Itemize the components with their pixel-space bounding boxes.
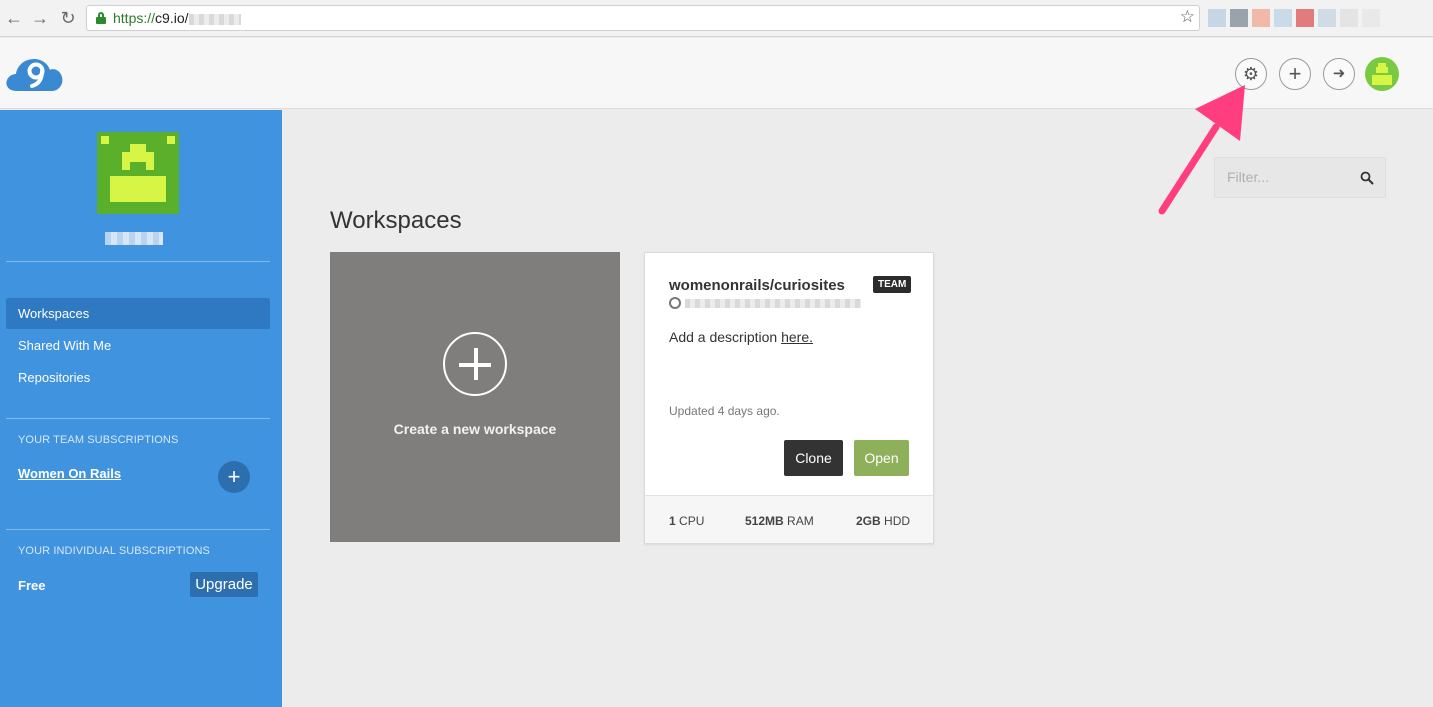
lock-icon	[96, 12, 106, 24]
page-title: Workspaces	[330, 207, 462, 234]
workspace-name[interactable]: womenonrails/curiosites	[669, 277, 845, 294]
create-workspace-tile[interactable]: Create a new workspace	[330, 252, 620, 542]
cloud9-logo-icon[interactable]	[5, 55, 64, 93]
divider	[6, 261, 270, 262]
browser-toolbar: ← → ↻ https://c9.io/ ☆	[0, 0, 1433, 37]
filter-input[interactable]	[1227, 169, 1347, 185]
individual-subscriptions-heading: YOUR INDIVIDUAL SUBSCRIPTIONS	[18, 545, 210, 557]
workspace-card: womenonrails/curiosites TEAM Add a descr…	[644, 252, 934, 544]
team-badge: TEAM	[873, 276, 912, 293]
create-workspace-label: Create a new workspace	[393, 421, 557, 437]
user-avatar[interactable]	[1365, 57, 1399, 91]
back-arrow-icon[interactable]: ←	[4, 8, 24, 28]
team-subscriptions-heading: YOUR TEAM SUBSCRIPTIONS	[18, 434, 179, 446]
divider	[6, 418, 270, 419]
reload-icon[interactable]: ↻	[58, 8, 78, 28]
divider	[6, 529, 270, 530]
address-bar[interactable]: https://c9.io/ ☆	[86, 5, 1200, 31]
sidebar: Workspaces Shared With Me Repositories Y…	[0, 110, 282, 707]
plan-name: Free	[18, 578, 46, 593]
filter-box	[1214, 157, 1386, 198]
sidebar-item-workspaces[interactable]: Workspaces	[6, 298, 270, 329]
repo-url-blurred	[685, 298, 861, 308]
spec-hdd: 2GB HDD	[856, 514, 911, 528]
bookmark-star-icon[interactable]: ☆	[1180, 7, 1195, 27]
forward-arrow-icon[interactable]: →	[30, 8, 50, 28]
profile-avatar	[97, 132, 179, 214]
search-icon[interactable]	[1360, 171, 1374, 185]
create-plus-icon	[443, 332, 507, 396]
workspace-description: Add a description here.	[669, 329, 813, 345]
annotation-arrow-icon	[1158, 85, 1245, 215]
open-button[interactable]: Open	[854, 440, 909, 476]
clone-button[interactable]: Clone	[784, 440, 843, 476]
sidebar-item-repositories[interactable]: Repositories	[6, 362, 270, 393]
url-text: https://c9.io/	[113, 10, 241, 26]
add-team-plus-icon[interactable]: +	[218, 461, 250, 493]
team-link[interactable]: Women On Rails	[18, 466, 121, 481]
spec-ram: 512MB RAM	[745, 514, 814, 528]
workspace-specs: 1 CPU 512MB RAM 2GB HDD	[645, 495, 933, 543]
github-icon	[669, 297, 681, 309]
spec-cpu: 1 CPU	[669, 514, 705, 528]
logout-icon[interactable]: ➜	[1323, 58, 1355, 90]
new-plus-icon[interactable]: +	[1279, 58, 1311, 90]
repo-source	[669, 296, 861, 310]
add-description-link[interactable]: here.	[781, 329, 813, 345]
sidebar-item-shared[interactable]: Shared With Me	[6, 330, 270, 361]
username-blurred	[105, 232, 163, 245]
upgrade-button[interactable]: Upgrade	[190, 572, 258, 597]
workspace-updated: Updated 4 days ago.	[669, 404, 780, 418]
extension-icons[interactable]	[1208, 9, 1426, 27]
